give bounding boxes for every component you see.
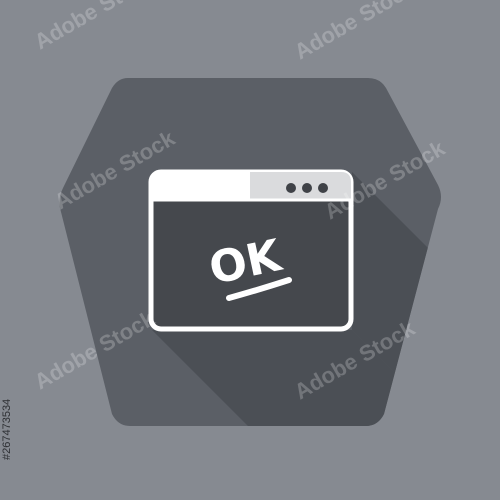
titlebar-left	[151, 172, 250, 200]
stock-id-label: #267473534	[1, 399, 13, 460]
svg-text:Adobe Stock: Adobe Stock	[30, 0, 160, 54]
svg-text:Adobe Stock: Adobe Stock	[290, 0, 420, 64]
icon-canvas: OK Adobe Stock Adobe Stock Adobe Stock A…	[0, 0, 500, 500]
window-control-dot	[318, 183, 328, 193]
window-control-dot	[302, 183, 312, 193]
browser-ok-illustration: OK Adobe Stock Adobe Stock Adobe Stock A…	[1, 0, 450, 460]
window-control-dot	[286, 183, 296, 193]
